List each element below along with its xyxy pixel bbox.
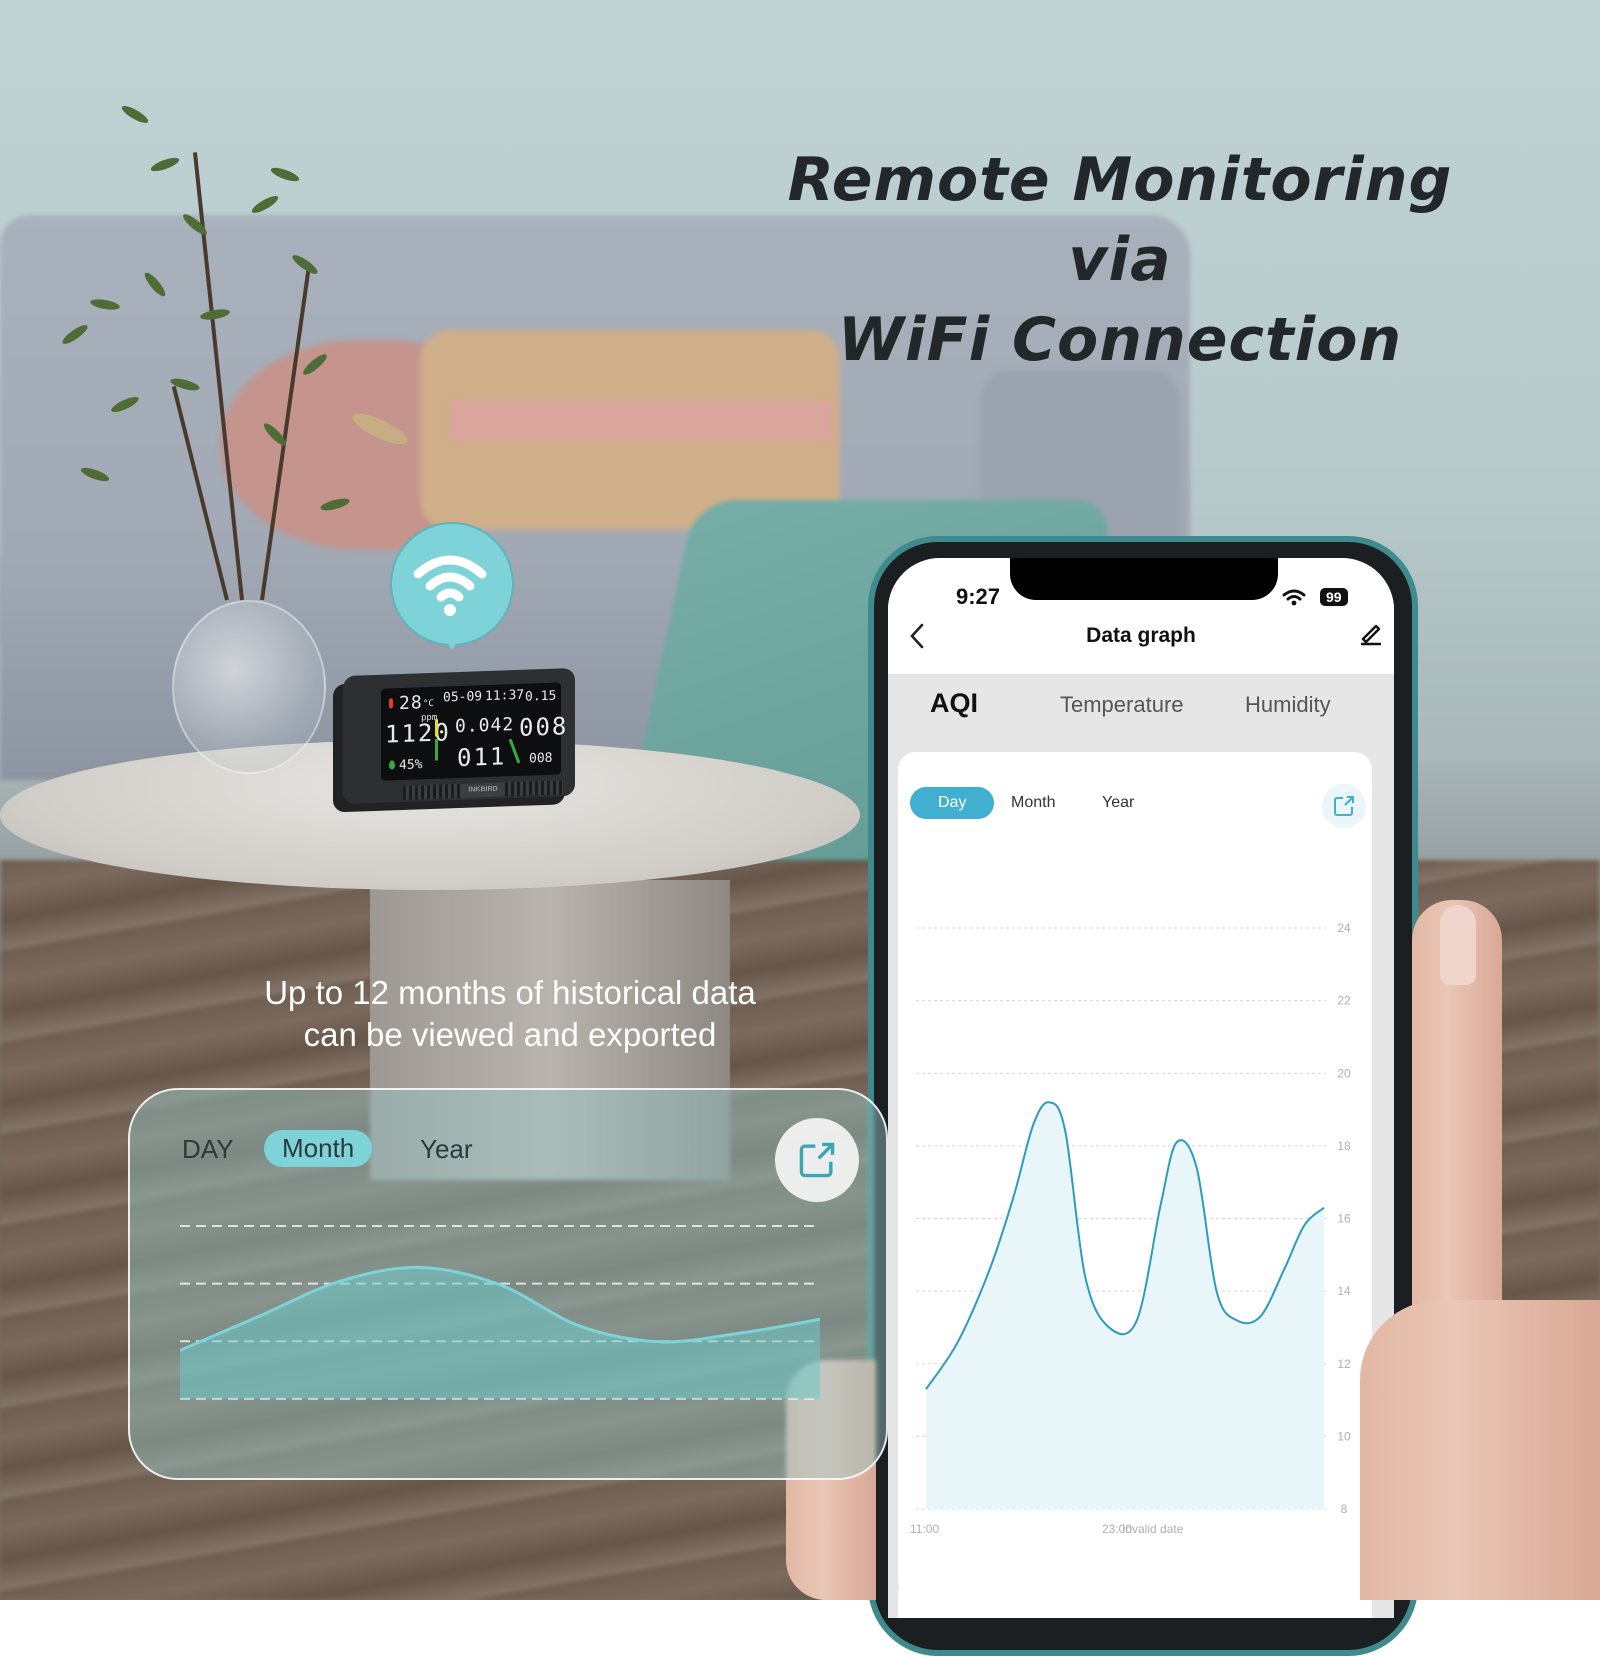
y-tick-label: 24 (1337, 921, 1351, 935)
hand-palm (1360, 1300, 1600, 1600)
lcd-aqi: 011 (457, 742, 506, 772)
glass-export-button[interactable] (775, 1118, 859, 1202)
headline: Remote Monitoring via WiFi Connection (740, 140, 1500, 380)
export-icon (1333, 795, 1355, 817)
lcd-temperature-unit: °C (423, 699, 434, 709)
secondary-card (898, 1576, 1372, 1618)
y-tick-label: 8 (1341, 1502, 1348, 1516)
air-quality-monitor: 28 °C 05-09 11:37 0.15 1120 ppm 0.042 00… (343, 672, 575, 812)
phone-notch (1010, 558, 1278, 600)
aqi-level-bar (509, 738, 521, 763)
page-title: Data graph (888, 624, 1394, 648)
headline-line-1: Remote Monitoring via (740, 140, 1500, 300)
wifi-bubble (390, 522, 514, 646)
y-tick-label: 20 (1337, 1066, 1351, 1080)
lcd-humidity: 45% (399, 757, 422, 773)
y-tick-label: 16 (1337, 1212, 1351, 1226)
tab-temperature[interactable]: Temperature (1060, 692, 1184, 718)
pillow-band (450, 400, 830, 440)
range-tab-year[interactable]: Year (1102, 794, 1134, 812)
lcd-temperature: 28 (399, 692, 423, 714)
glass-tab-month[interactable]: Month (264, 1130, 372, 1167)
export-button[interactable] (1322, 784, 1366, 828)
caption-line-2: can be viewed and exported (200, 1014, 820, 1056)
tab-humidity[interactable]: Humidity (1245, 692, 1331, 718)
device-brand: INKBIRD (463, 782, 503, 797)
status-time: 9:27 (956, 584, 1000, 610)
device-lcd: 28 °C 05-09 11:37 0.15 1120 ppm 0.042 00… (381, 682, 561, 780)
area-fill (926, 1102, 1324, 1509)
caption-line-1: Up to 12 months of historical data (200, 972, 820, 1014)
glass-tab-day[interactable]: DAY (182, 1134, 234, 1165)
tab-aqi[interactable]: AQI (930, 688, 978, 719)
thumb-nail (1440, 905, 1476, 985)
pencil-icon (1358, 620, 1384, 646)
y-tick-label: 18 (1337, 1139, 1351, 1153)
lcd-co2: 1120 (385, 718, 451, 748)
y-tick-label: 14 (1337, 1284, 1351, 1298)
x-tick-label: Invalid date (1122, 1522, 1184, 1536)
thermometer-icon (389, 698, 393, 708)
lcd-tvoc: 0.042 (455, 714, 514, 737)
history-overlay-card: DAY Month Year (128, 1088, 888, 1480)
overlay-area-chart (180, 1220, 840, 1420)
co2-level-bar (435, 719, 438, 737)
range-tab-month[interactable]: Month (1011, 794, 1055, 812)
export-icon (798, 1141, 836, 1179)
aqi-chart: 8101214161820222411:0023:00Invalid date (898, 872, 1372, 1572)
wifi-icon (390, 522, 510, 642)
water-drop-icon (389, 760, 395, 769)
glass-tab-year[interactable]: Year (420, 1134, 473, 1165)
x-tick-label: 11:00 (910, 1522, 939, 1536)
lcd-pm25: 008 (519, 712, 568, 742)
y-tick-label: 12 (1337, 1357, 1351, 1371)
battery-indicator: 99 (1320, 588, 1348, 606)
headline-line-2: WiFi Connection (740, 300, 1500, 380)
area-fill (180, 1267, 820, 1398)
edit-button[interactable] (1358, 620, 1384, 651)
lcd-pm10: 008 (529, 751, 552, 767)
device-body: 28 °C 05-09 11:37 0.15 1120 ppm 0.042 00… (343, 668, 575, 804)
glass-vase (172, 600, 326, 774)
chart-card: Day Month Year 8101214161820222411:0023:… (898, 752, 1372, 1598)
wifi-icon (1282, 588, 1306, 606)
caption: Up to 12 months of historical data can b… (200, 972, 820, 1056)
phone-screen: 9:27 99 Data graph AQI Temperature Humid… (888, 558, 1394, 1618)
lcd-date: 05-09 (443, 689, 482, 705)
y-tick-label: 22 (1337, 994, 1351, 1008)
lcd-hcho: 0.15 (525, 689, 556, 705)
lcd-time: 11:37 (485, 688, 524, 704)
humidity-level-bar (435, 739, 438, 761)
range-tab-day[interactable]: Day (910, 787, 994, 819)
y-tick-label: 10 (1337, 1429, 1351, 1443)
